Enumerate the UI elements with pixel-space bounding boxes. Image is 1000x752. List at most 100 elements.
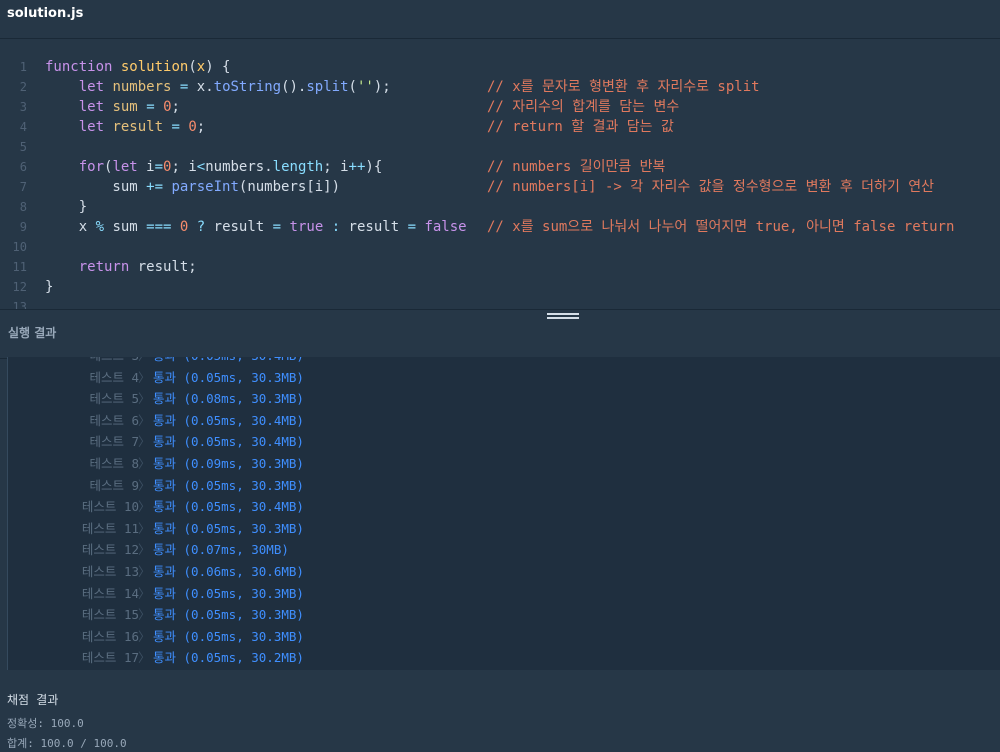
drag-handle-icon[interactable] xyxy=(547,313,579,322)
code-comment: // numbers[i] -> 각 자리수 값을 정수형으로 변환 후 더하기… xyxy=(487,179,935,195)
test-status: 통과 (0.05ms, 30.4MB) xyxy=(153,412,304,428)
results-title: 실행 결과 xyxy=(8,326,57,340)
file-name: solution.js xyxy=(7,6,84,21)
line-number: 9 xyxy=(19,220,27,234)
test-result-row: 테스트 14 〉 통과 (0.05ms, 30.3MB) xyxy=(8,584,1000,604)
test-result-row: 테스트 7 〉 통과 (0.05ms, 30.4MB) xyxy=(8,432,1000,452)
line-number: 13 xyxy=(12,300,27,309)
line-number: 7 xyxy=(19,180,27,194)
chevron-right-icon: 〉 xyxy=(138,499,151,515)
code-text[interactable]: } xyxy=(45,277,53,297)
code-text[interactable]: let sum = 0; xyxy=(45,97,180,117)
code-comment: // return 할 결과 담는 값 xyxy=(487,119,674,135)
chevron-right-icon: 〉 xyxy=(138,520,151,536)
test-label: 테스트 6 xyxy=(89,412,139,428)
test-result-row: 테스트 3〉통과 (0.05ms, 30.4MB) xyxy=(8,357,1000,366)
code-text[interactable]: x % sum === 0 ? result = true : result =… xyxy=(45,217,467,237)
line-number: 2 xyxy=(19,80,27,94)
test-status: 통과 (0.07ms, 30MB) xyxy=(153,542,289,558)
chevron-right-icon: 〉 xyxy=(138,650,151,666)
chevron-right-icon: 〉 xyxy=(138,628,151,644)
test-label: 테스트 15 xyxy=(81,607,139,623)
test-status: 통과 (0.05ms, 30.3MB) xyxy=(153,585,304,601)
test-label: 테스트 14 xyxy=(81,585,139,601)
line-number: 5 xyxy=(19,140,27,154)
test-label: 테스트 8 xyxy=(89,456,139,471)
file-tab-bar: solution.js xyxy=(0,0,1000,39)
test-result-row: 테스트 16 〉 통과 (0.05ms, 30.3MB) xyxy=(8,627,1000,647)
code-comment: // 자리수의 합계를 담는 변수 xyxy=(487,99,680,115)
line-number: 6 xyxy=(19,160,27,174)
code-text[interactable]: let numbers = x.toString().split(''); xyxy=(45,77,391,97)
test-status: 통과 (0.05ms, 30.3MB) xyxy=(153,520,304,536)
line-number: 1 xyxy=(19,60,27,74)
code-editor[interactable]: 1 function solution(x) { 2 let numbers = x… xyxy=(0,39,1000,309)
chevron-right-icon: 〉 xyxy=(138,369,151,385)
test-label: 테스트 12 xyxy=(81,542,139,558)
chevron-right-icon: 〉 xyxy=(138,391,151,407)
chevron-right-icon: 〉 xyxy=(138,357,151,366)
test-status: 통과 (0.05ms, 30.3MB) xyxy=(153,477,304,493)
test-label: 테스트 16 xyxy=(81,628,139,644)
test-status: 통과 (0.05ms, 30.4MB) xyxy=(153,357,304,366)
test-result-row: 테스트 15 〉 통과 (0.05ms, 30.3MB) xyxy=(8,605,1000,625)
code-text[interactable]: return result; xyxy=(45,257,197,277)
accuracy-score: 정확성: 100.0 xyxy=(7,717,84,730)
test-results-list[interactable]: 테스트 3〉통과 (0.05ms, 30.4MB)테스트 4〉통과 (0.05m… xyxy=(7,357,1000,671)
test-label: 테스트 3 xyxy=(89,357,139,366)
grading-summary: 채점 결과 정확성: 100.0 합계: 100.0 / 100.0 xyxy=(0,670,1000,752)
test-status: 통과 (0.05ms, 30.3MB) xyxy=(153,369,304,385)
chevron-right-icon: 〉 xyxy=(138,607,151,623)
total-score: 합계: 100.0 / 100.0 xyxy=(7,737,127,750)
chevron-right-icon: 〉 xyxy=(138,456,151,471)
chevron-right-icon: 〉 xyxy=(138,477,151,493)
test-result-row: 테스트 13 〉 통과 (0.06ms, 30.6MB) xyxy=(8,562,1000,582)
test-status: 통과 (0.06ms, 30.6MB) xyxy=(153,564,304,579)
chevron-right-icon: 〉 xyxy=(138,564,151,579)
test-result-row: 테스트 4 〉 통과 (0.05ms, 30.3MB) xyxy=(8,368,1000,388)
test-status: 통과 (0.05ms, 30.3MB) xyxy=(153,628,304,644)
test-label: 테스트 7 xyxy=(89,434,139,450)
code-text[interactable]: function solution(x) { xyxy=(45,57,230,77)
grading-title: 채점 결과 xyxy=(7,693,59,707)
test-status: 통과 (0.05ms, 30.4MB) xyxy=(153,434,304,450)
code-text[interactable]: } xyxy=(45,197,87,217)
test-result-row: 테스트 9 〉 통과 (0.05ms, 30.3MB) xyxy=(8,476,1000,496)
test-status: 통과 (0.09ms, 30.3MB) xyxy=(153,456,304,471)
test-result-row: 테스트 10 〉 통과 (0.05ms, 30.4MB) xyxy=(8,497,1000,517)
line-number: 11 xyxy=(12,260,27,274)
line-number: 8 xyxy=(19,200,27,214)
test-label: 테스트 13 xyxy=(81,564,139,579)
code-comment: // x를 sum으로 나눠서 나누어 떨어지면 true, 아니면 false… xyxy=(487,219,955,235)
test-result-row: 테스트 6 〉 통과 (0.05ms, 30.4MB) xyxy=(8,411,1000,431)
test-status: 통과 (0.05ms, 30.2MB) xyxy=(153,650,304,666)
test-label: 테스트 9 xyxy=(89,477,139,493)
test-result-row: 테스트 11 〉 통과 (0.05ms, 30.3MB) xyxy=(8,519,1000,539)
test-result-row: 테스트 17 〉 통과 (0.05ms, 30.2MB) xyxy=(8,648,1000,668)
chevron-right-icon: 〉 xyxy=(138,412,151,428)
code-comment: // numbers 길이만큼 반복 xyxy=(487,159,666,175)
code-text[interactable]: let result = 0; xyxy=(45,117,206,137)
test-status: 통과 (0.08ms, 30.3MB) xyxy=(153,391,304,407)
test-label: 테스트 11 xyxy=(81,520,139,536)
test-status: 통과 (0.05ms, 30.4MB) xyxy=(153,499,304,515)
code-text[interactable]: sum += parseInt(numbers[i]) xyxy=(45,177,340,197)
line-number: 3 xyxy=(19,100,27,114)
line-number: 12 xyxy=(12,280,27,294)
code-text[interactable]: for(let i=0; i<numbers.length; i++){ xyxy=(45,157,383,177)
chevron-right-icon: 〉 xyxy=(138,585,151,601)
test-status: 통과 (0.05ms, 30.3MB) xyxy=(153,607,304,623)
test-result-row: 테스트 8 〉 통과 (0.09ms, 30.3MB) xyxy=(8,454,1000,474)
line-number: 10 xyxy=(12,240,27,254)
test-result-row: 테스트 5 〉 통과 (0.08ms, 30.3MB) xyxy=(8,389,1000,409)
test-label: 테스트 10 xyxy=(81,499,139,515)
panel-divider[interactable]: 실행 결과 xyxy=(0,309,1000,359)
line-number: 4 xyxy=(19,120,27,134)
test-label: 테스트 17 xyxy=(81,650,139,666)
code-comment: // x를 문자로 형변환 후 자리수로 split xyxy=(487,79,760,95)
chevron-right-icon: 〉 xyxy=(138,434,151,450)
chevron-right-icon: 〉 xyxy=(138,542,151,558)
test-result-row: 테스트 12 〉 통과 (0.07ms, 30MB) xyxy=(8,540,1000,560)
test-label: 테스트 5 xyxy=(89,391,139,407)
test-label: 테스트 4 xyxy=(89,369,139,385)
